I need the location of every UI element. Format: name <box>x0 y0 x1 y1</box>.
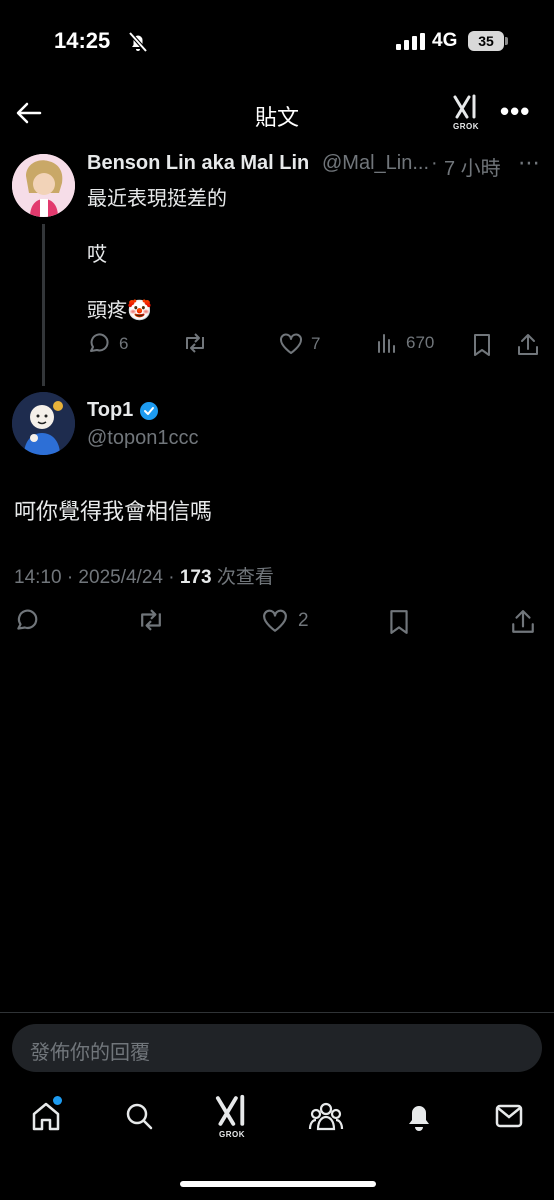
grok-icon <box>215 1094 245 1126</box>
tweet-text-line: 最近表現挺差的 <box>87 188 227 210</box>
grok-label: GROK <box>453 122 479 131</box>
status-time: 14:25 <box>54 28 111 53</box>
author-name[interactable]: Benson Lin aka Mal Lin <box>87 152 309 175</box>
share-icon <box>512 610 534 633</box>
reply-button[interactable] <box>14 609 40 633</box>
reply-icon <box>17 609 38 630</box>
like-count: 7 <box>311 334 321 353</box>
tweet-text-line: 頭疼🤡 <box>87 300 152 322</box>
view-count: 670 <box>406 333 435 352</box>
verified-badge-icon <box>139 401 159 426</box>
battery-level: 35 <box>468 31 504 51</box>
bookmark-button[interactable] <box>472 333 492 357</box>
tweet-more-icon[interactable]: ⋯ <box>518 150 540 176</box>
views-button[interactable]: 670 <box>376 333 434 353</box>
repost-icon <box>186 333 204 353</box>
cellular-signal-icon <box>396 33 426 55</box>
reply-icon <box>90 333 109 352</box>
reply-count: 6 <box>119 334 129 353</box>
tweet-body: 呵你覺得我會相信嗎 <box>14 499 213 524</box>
author-name[interactable]: Top1 <box>87 399 133 422</box>
grok-icon <box>453 94 476 119</box>
nav-grok-label: GROK <box>219 1130 245 1139</box>
view-label: 次查看 <box>211 567 274 588</box>
tweet-text-line: 哎 <box>87 244 107 266</box>
tweet-meta: 14:10 · 2025/4/24 · 173 次查看 <box>14 562 274 589</box>
reply-placeholder: 發佈你的回覆 <box>30 1042 150 1064</box>
separator-dot: · <box>431 152 438 174</box>
share-button[interactable] <box>510 609 536 635</box>
share-icon <box>518 334 538 355</box>
more-options-icon[interactable]: ••• <box>500 96 530 127</box>
reply-button[interactable]: 6 <box>87 333 128 355</box>
like-count: 2 <box>298 610 309 631</box>
nav-grok-button[interactable]: GROK <box>214 1094 250 1139</box>
heart-icon <box>263 609 287 632</box>
repost-button[interactable] <box>182 333 208 353</box>
bell-slash-icon <box>126 30 150 59</box>
nav-messages-icon[interactable] <box>494 1102 524 1135</box>
share-button[interactable] <box>516 333 540 357</box>
nav-search-icon[interactable] <box>124 1101 154 1136</box>
tweet-timestamp: 14:10 · 2025/4/24 · <box>14 567 180 588</box>
heart-icon <box>280 333 302 354</box>
nav-notifications-icon[interactable] <box>404 1100 434 1137</box>
avatar-benson[interactable] <box>12 154 75 217</box>
tweet-time-ago: 7 小時 <box>444 158 501 180</box>
notification-dot <box>53 1096 62 1105</box>
repost-button[interactable] <box>136 609 166 631</box>
battery-tip <box>505 37 508 45</box>
bookmark-icon <box>390 610 408 634</box>
network-type: 4G <box>432 30 458 51</box>
grok-button[interactable]: GROK <box>452 94 480 131</box>
like-button[interactable]: 2 <box>262 609 309 633</box>
view-count: 173 <box>179 567 212 588</box>
nav-communities-icon[interactable] <box>308 1101 344 1136</box>
nav-home-icon[interactable] <box>30 1100 62 1137</box>
home-indicator <box>180 1181 376 1187</box>
thread-connector <box>42 224 45 386</box>
author-handle[interactable]: @Mal_Lin... <box>322 152 429 175</box>
like-button[interactable]: 7 <box>279 333 320 355</box>
bookmark-button[interactable] <box>388 609 410 635</box>
author-handle[interactable]: @topon1ccc <box>87 427 198 450</box>
views-chart-icon <box>378 334 395 353</box>
bookmark-icon <box>474 334 490 356</box>
avatar-top1[interactable] <box>12 392 75 455</box>
reply-divider <box>0 1012 554 1013</box>
repost-icon <box>141 609 161 631</box>
